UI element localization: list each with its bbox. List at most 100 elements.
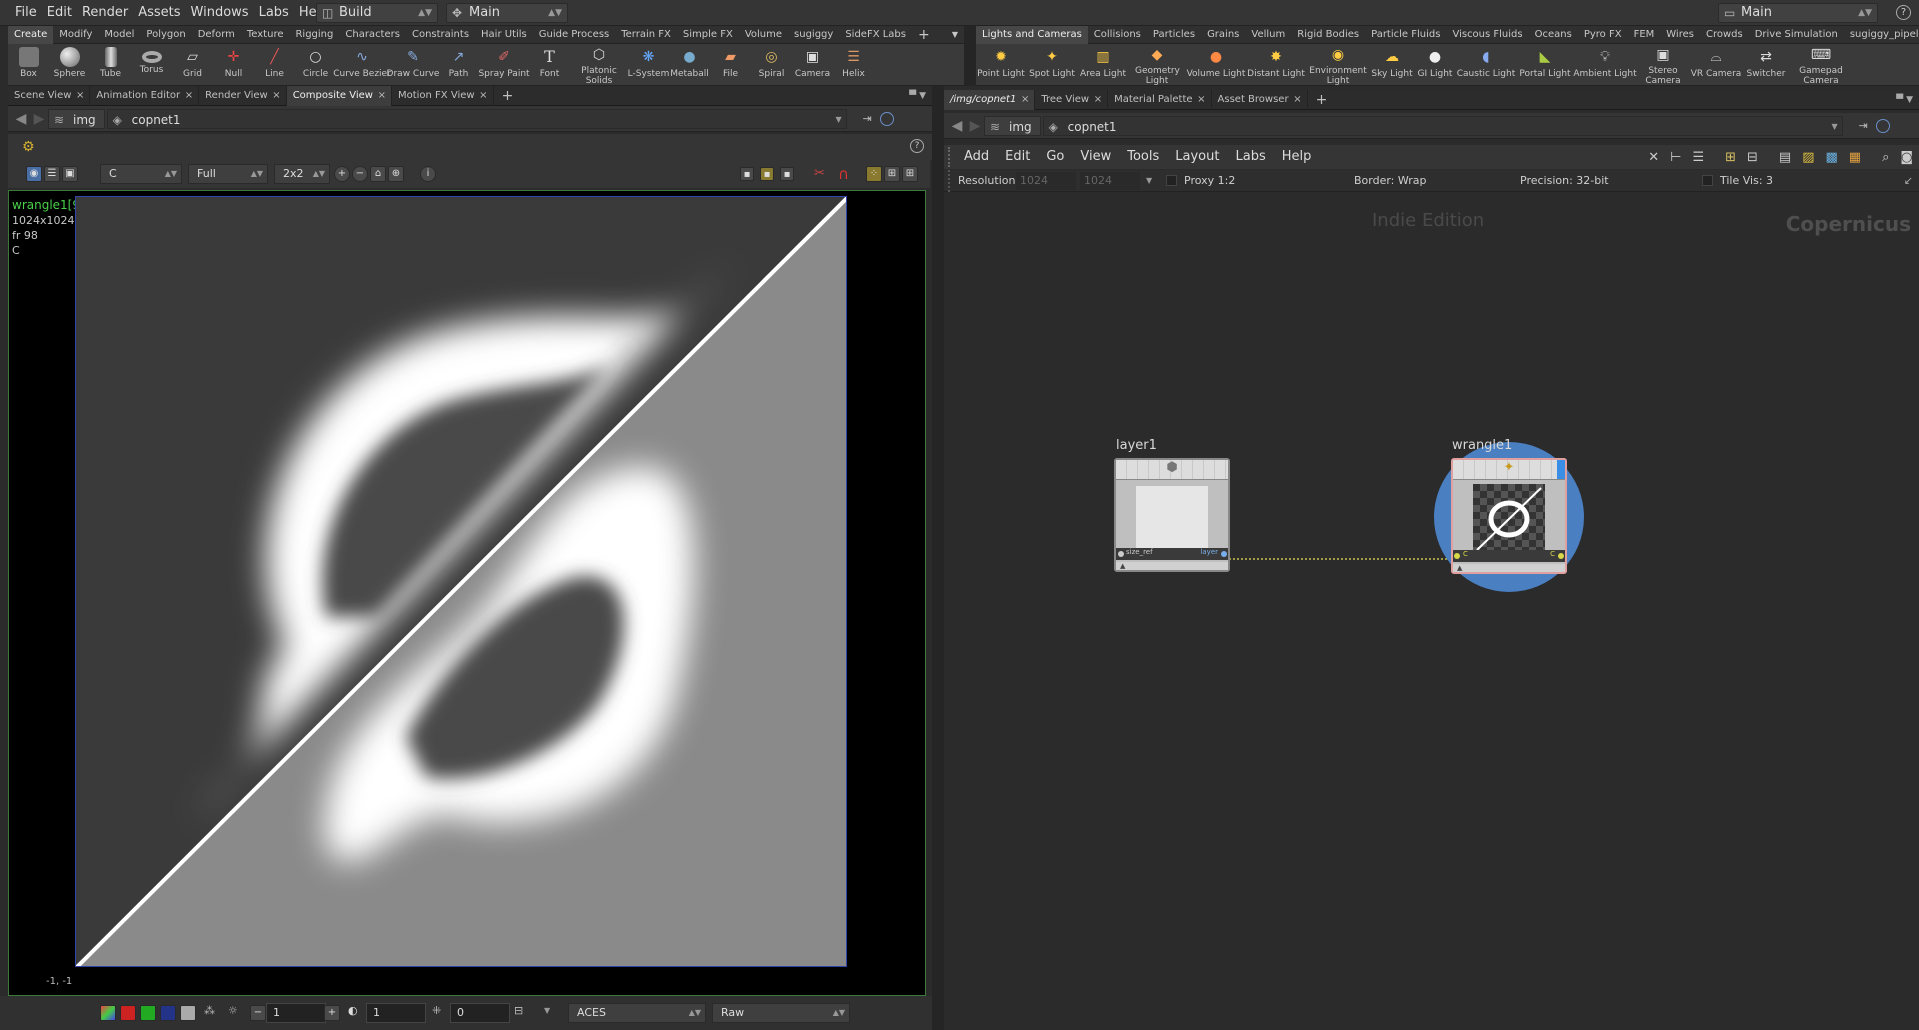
add-tab-icon[interactable]: + — [494, 86, 522, 106]
tool-line[interactable]: ╱ Line — [254, 44, 295, 86]
display-options-icon[interactable]: ☰ — [44, 166, 60, 182]
tab-asset-browser[interactable]: Asset Browser × — [1212, 89, 1308, 110]
zoom-out-icon[interactable]: − — [352, 166, 368, 182]
tool-area-light[interactable]: ▥ Area Light — [1078, 44, 1128, 86]
shelf-tab-oceans[interactable]: Oceans — [1529, 26, 1578, 44]
tool-grid[interactable]: ▱ Grid — [172, 44, 213, 86]
tool-tube[interactable]: Tube — [90, 44, 131, 86]
output-port[interactable] — [1558, 553, 1564, 559]
frame-icon[interactable]: ⊕ — [388, 166, 404, 182]
shelf-tab-sugiggy-pipeline[interactable]: sugiggy_pipeline — [1844, 26, 1919, 44]
image-icon[interactable]: ▩ — [1826, 150, 1838, 165]
breadcrumb-img[interactable]: ≋ img — [48, 108, 105, 129]
tile-vis-icon[interactable]: ⁘ — [866, 166, 882, 182]
exposure-icon[interactable]: ⁂ — [204, 1004, 215, 1017]
menu-render[interactable]: Render — [77, 0, 133, 26]
shelf-tab-sidefx-labs[interactable]: SideFX Labs — [839, 26, 912, 44]
help-icon[interactable]: ? — [910, 139, 924, 153]
shelf-tab-rigid-bodies[interactable]: Rigid Bodies — [1291, 26, 1365, 44]
display-select[interactable]: Raw ▲▼ — [712, 1003, 850, 1023]
shelf-tab-modify[interactable]: Modify — [53, 26, 98, 44]
tool-gamepad-camera[interactable]: ⌨ Gamepad Camera — [1790, 44, 1852, 86]
pane-menu-icon[interactable]: ▀ ▼ — [1896, 95, 1913, 105]
magnet-icon[interactable]: ∩ — [838, 165, 849, 183]
pane-menu-icon[interactable]: ▀ ▼ — [909, 91, 926, 101]
tool-spiral[interactable]: ◎ Spiral — [751, 44, 792, 86]
net-menu-view[interactable]: View — [1072, 146, 1119, 168]
shelf-tab-rigging[interactable]: Rigging — [289, 26, 339, 44]
green-channel-icon[interactable] — [140, 1005, 156, 1021]
lut-icon[interactable]: ⊟ — [514, 1004, 523, 1017]
menu-windows[interactable]: Windows — [186, 0, 254, 26]
gain-input[interactable]: 1 — [266, 1003, 326, 1023]
shelf-tab-vellum[interactable]: Vellum — [1245, 26, 1291, 44]
tab-motion-fx-view[interactable]: Motion FX View × — [392, 85, 494, 106]
camera-icon[interactable]: ◙ — [1900, 150, 1913, 165]
close-icon[interactable]: × — [1021, 90, 1029, 110]
net-menu-labs[interactable]: Labs — [1227, 146, 1273, 168]
scope-icon[interactable]: ✂ — [814, 166, 825, 181]
net-menu-add[interactable]: Add — [956, 146, 997, 168]
shelf-tab-sugiggy[interactable]: sugiggy — [788, 26, 839, 44]
shelf-tab-terrain-fx[interactable]: Terrain FX — [615, 26, 677, 44]
shelf-tab-collisions[interactable]: Collisions — [1088, 26, 1147, 44]
breadcrumb-copnet1[interactable]: ◈ copnet1 ▼ — [1042, 115, 1843, 136]
tab-animation-editor[interactable]: Animation Editor × — [90, 85, 200, 106]
tool-sky-light[interactable]: ☁ Sky Light — [1370, 44, 1414, 86]
tool-circle[interactable]: ○ Circle — [295, 44, 336, 86]
res-y-field[interactable]: 1024 — [1080, 172, 1140, 190]
tiles-select[interactable]: 2x2 ▲▼ — [274, 164, 330, 184]
shelf-tab-volume[interactable]: Volume — [739, 26, 788, 44]
tool-sphere[interactable]: Sphere — [49, 44, 90, 86]
tool-box[interactable]: Box — [8, 44, 49, 86]
tool-vr-camera[interactable]: ⌓ VR Camera — [1690, 44, 1742, 86]
tile-vis-checkbox[interactable] — [1702, 175, 1713, 186]
close-icon[interactable]: × — [1094, 90, 1102, 110]
node-layer1[interactable]: ⬢ size_ref layer ▲ — [1114, 458, 1230, 572]
breadcrumb-copnet1[interactable]: ◈ copnet1 ▼ — [106, 108, 847, 129]
box-icon[interactable]: ▦ — [1849, 150, 1861, 165]
shelf-tab-crowds[interactable]: Crowds — [1700, 26, 1749, 44]
tool-curve-bezier[interactable]: ∿ Curve Bezier — [333, 44, 391, 86]
menu-assets[interactable]: Assets — [133, 0, 185, 26]
help-icon[interactable]: ? — [1896, 5, 1911, 20]
shelf-tab-characters[interactable]: Characters — [339, 26, 406, 44]
add-shelf-tab-icon[interactable]: + — [912, 26, 936, 44]
breadcrumb-img[interactable]: ≋ img — [984, 115, 1041, 136]
tab-network-copnet1[interactable]: /img/copnet1 × — [944, 89, 1036, 110]
close-icon[interactable]: × — [272, 86, 280, 106]
network-canvas[interactable]: Indie Edition Copernicus layer1 ⬢ size_r… — [944, 192, 1919, 1030]
tool-file[interactable]: ▰ File — [710, 44, 751, 86]
shelf-tab-guide-process[interactable]: Guide Process — [533, 26, 615, 44]
tool-draw-curve[interactable]: ✎ Draw Curve — [387, 44, 440, 86]
shelf-tab-polygon[interactable]: Polygon — [140, 26, 191, 44]
output-port[interactable] — [1221, 551, 1227, 557]
plane-select[interactable]: C ▲▼ — [100, 164, 182, 184]
alpha-channel-icon[interactable] — [180, 1005, 196, 1021]
link-icon[interactable] — [1875, 118, 1890, 133]
pane-splitter[interactable] — [932, 86, 944, 1030]
search-icon[interactable]: ⌕ — [1882, 150, 1889, 165]
wrench-icon[interactable]: ✕ — [1648, 150, 1659, 165]
gamma-input[interactable]: 1 — [366, 1003, 426, 1023]
expand-icon[interactable]: ↙ — [1904, 170, 1913, 192]
tool-caustic-light[interactable]: ◖ Caustic Light — [1456, 44, 1516, 86]
shelf-tab-particle-fluids[interactable]: Particle Fluids — [1365, 26, 1446, 44]
node-wrangle1[interactable]: ✦ C C ▲ — [1451, 458, 1567, 574]
close-icon[interactable]: × — [378, 86, 386, 106]
background-icon[interactable]: ▪ — [780, 167, 794, 181]
drag-handle[interactable] — [948, 147, 956, 167]
tool-font[interactable]: T Font — [529, 44, 570, 86]
tool-helix[interactable]: ☰ Helix — [833, 44, 874, 86]
display-flag[interactable] — [1557, 460, 1565, 479]
tab-scene-view[interactable]: Scene View × — [8, 85, 91, 106]
grid-layout-icon[interactable]: ⊞ — [884, 166, 900, 182]
list-icon[interactable]: ☰ — [1692, 150, 1704, 165]
shelf-tab-hair-utils[interactable]: Hair Utils — [475, 26, 533, 44]
tool-gi-light[interactable]: ● GI Light — [1414, 44, 1456, 86]
tool-spot-light[interactable]: ✦ Spot Light — [1026, 44, 1078, 86]
tool-environment-light[interactable]: ◉ Environment Light — [1306, 44, 1370, 86]
close-icon[interactable]: × — [479, 86, 487, 106]
border-label[interactable]: Border: Wrap — [1354, 170, 1427, 192]
close-icon[interactable]: × — [1293, 90, 1301, 110]
